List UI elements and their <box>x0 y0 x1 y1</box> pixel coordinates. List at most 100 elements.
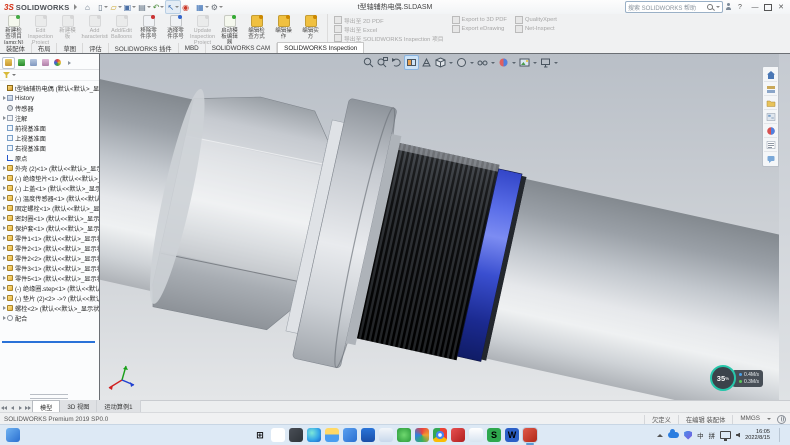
security-shield-icon[interactable] <box>684 431 692 440</box>
mail-app[interactable] <box>343 428 357 442</box>
configurationmanager-tab[interactable] <box>28 58 39 68</box>
undo-button[interactable]: ↶ <box>152 1 166 13</box>
tab-3d-views[interactable]: 3D 视图 <box>60 400 97 412</box>
panel-resize-grip[interactable] <box>30 394 68 399</box>
export-menu-item[interactable]: Export to 3D PDF <box>452 16 507 24</box>
dropdown-caret-icon[interactable] <box>512 62 516 64</box>
tree-item[interactable]: History <box>1 93 99 103</box>
edit-inspection-member[interactable]: 编辑实 方 <box>297 14 324 44</box>
dropdown-caret-icon[interactable] <box>205 6 209 8</box>
tree-item[interactable]: 外壳 (2)<1> (默认<<默认>_显示状 <box>1 163 99 173</box>
tree-item[interactable]: (-) 温度传感器<1> (默认<<默认>_ <box>1 193 99 203</box>
help-button[interactable]: ? <box>734 4 746 11</box>
export-menu-item[interactable]: 导出至 2D PDF <box>334 16 444 24</box>
previous-view-icon[interactable] <box>390 56 403 69</box>
ime-mode-indicator[interactable]: 拼 <box>709 430 716 440</box>
expand-arrow-icon[interactable] <box>3 296 6 300</box>
edit-appearance-icon[interactable] <box>497 56 510 69</box>
minimize-button[interactable]: — <box>749 4 761 11</box>
custom-properties-icon[interactable] <box>764 138 777 152</box>
dropdown-caret-icon[interactable] <box>491 62 495 64</box>
file-explorer-icon[interactable] <box>764 96 777 110</box>
task-view-button[interactable] <box>289 428 303 442</box>
dropdown-caret-icon[interactable] <box>219 6 223 8</box>
graphics-viewport[interactable]: 35% 0.4M/s 0.3M/s <box>100 54 790 401</box>
save-button[interactable]: ▣ <box>123 1 138 13</box>
edit-inspection-methods[interactable]: 编辑检 查方式 <box>243 14 270 44</box>
appearances-scenes-icon[interactable] <box>764 124 777 138</box>
new-document-button[interactable]: ▯ <box>96 1 109 13</box>
tree-item[interactable]: 原点 <box>1 153 99 163</box>
design-library-icon[interactable] <box>764 82 777 96</box>
app-s[interactable]: S <box>487 428 501 442</box>
tab-motion-study[interactable]: 运动算例1 <box>97 400 140 412</box>
settings-gear-button[interactable]: ⚙ <box>210 1 224 13</box>
export-menu-item[interactable]: Export eDrawing <box>452 25 507 33</box>
expand-arrow-icon[interactable] <box>3 196 6 200</box>
filter-caret-icon[interactable] <box>12 74 16 76</box>
dynamic-annotation-views-icon[interactable] <box>420 56 433 69</box>
launch-template-editor[interactable]: 启动模 板编辑 器 <box>216 14 243 44</box>
units-dropdown-caret-icon[interactable] <box>767 418 771 420</box>
expand-arrow-icon[interactable] <box>3 316 6 320</box>
open-button[interactable]: ▱ <box>109 1 122 13</box>
tree-item[interactable]: 传感器 <box>1 103 99 113</box>
dropdown-caret-icon[interactable] <box>470 62 474 64</box>
rebuild-button[interactable]: ◉ <box>181 1 195 13</box>
tree-item[interactable]: 上视基准面 <box>1 133 99 143</box>
tree-item[interactable]: 零件2<1> (默认<<默认>_显示状 <box>1 243 99 253</box>
web-help-globe-icon[interactable] <box>777 415 786 424</box>
apply-scene-icon[interactable] <box>518 56 531 69</box>
hidden-icons-chevron[interactable] <box>657 434 663 437</box>
expand-arrow-icon[interactable] <box>3 276 6 280</box>
login-user-icon[interactable] <box>726 7 731 10</box>
select-balloons[interactable]: 选择零 件序号 <box>162 14 189 44</box>
tree-item[interactable]: 密封圈<1> (默认<<默认>_显示状 <box>1 213 99 223</box>
restore-button[interactable] <box>764 4 772 11</box>
browser-360[interactable] <box>397 428 411 442</box>
tab-mbd[interactable]: MBD <box>179 43 206 53</box>
display-style-icon[interactable] <box>455 56 468 69</box>
view-orientation-icon[interactable] <box>434 56 447 69</box>
print-button[interactable]: ▤ <box>137 1 152 13</box>
tree-item[interactable]: 前视基准面 <box>1 123 99 133</box>
expand-arrow-icon[interactable] <box>3 306 6 310</box>
tree-item[interactable]: (-) 上盖<1> (默认<<默认>_显示状 <box>1 183 99 193</box>
tree-item[interactable]: 零件3<1> (默认<<默认>_显示状 <box>1 263 99 273</box>
taskbar-clock[interactable]: 16:05 2022/8/15 <box>745 429 770 442</box>
tree-item[interactable]: (-) 垫片 (2)<2> ->? (默认<<默认> <box>1 293 99 303</box>
tab-addins[interactable]: SOLIDWORKS 插件 <box>109 43 179 53</box>
tree-item[interactable]: 注解 <box>1 113 99 123</box>
options-button[interactable]: ▦ <box>195 1 210 13</box>
export-menu-item[interactable]: Net-Inspect <box>515 25 557 33</box>
edit-operations[interactable]: 编辑操 作 <box>270 14 297 44</box>
tab-cam[interactable]: SOLIDWORKS CAM <box>206 43 277 53</box>
zoom-fit-icon[interactable] <box>362 56 375 69</box>
start-button[interactable]: ⊞ <box>253 428 267 442</box>
tree-item[interactable]: (-) 绝缘垫片<1> (默认<<默认>_显 <box>1 173 99 183</box>
expand-arrow-icon[interactable] <box>3 216 6 220</box>
tree-item[interactable]: 固定螺栓<1> (默认<<默认>_显示 <box>1 203 99 213</box>
dropdown-caret-icon[interactable] <box>533 62 537 64</box>
browser-colorful[interactable] <box>415 428 429 442</box>
zoom-to-area-icon[interactable] <box>376 56 389 69</box>
featuremanager-tree-tab[interactable] <box>2 57 15 69</box>
expand-arrow-icon[interactable] <box>3 226 6 230</box>
solidworks-forum-icon[interactable] <box>764 152 777 165</box>
panel-split-bar[interactable] <box>2 341 95 343</box>
filter-funnel-icon[interactable] <box>3 72 10 78</box>
search-options-caret-icon[interactable] <box>716 6 720 8</box>
onedrive-icon[interactable] <box>668 432 679 438</box>
export-menu-item[interactable]: 导出至 Excel <box>334 25 444 33</box>
export-menu-item[interactable]: 导出至 SOLIDWORKS Inspection 项目 <box>334 34 444 42</box>
tree-item[interactable]: (-) 绝缘圈.step<1> (默认<<默认> <box>1 283 99 293</box>
tree-item[interactable]: 零件1<1> (默认<<默认>_显示状态 <box>1 233 99 243</box>
tree-item[interactable]: t型轴辅热电偶 (默认<默认>_显示状态-1 <box>1 83 99 93</box>
solidworks-app[interactable] <box>523 428 537 442</box>
tree-item[interactable]: 零件5<1> (默认<<默认>_显示状 <box>1 273 99 283</box>
memory-usage-dial[interactable]: 35% <box>710 365 736 391</box>
new-template[interactable]: 新建模 板 <box>54 14 81 44</box>
tree-item[interactable]: 螺栓<2> (默认<<默认>_显示状态 <box>1 303 99 313</box>
dropdown-caret-icon[interactable] <box>175 6 179 8</box>
export-menu-item[interactable]: QualityXpert <box>515 16 557 24</box>
